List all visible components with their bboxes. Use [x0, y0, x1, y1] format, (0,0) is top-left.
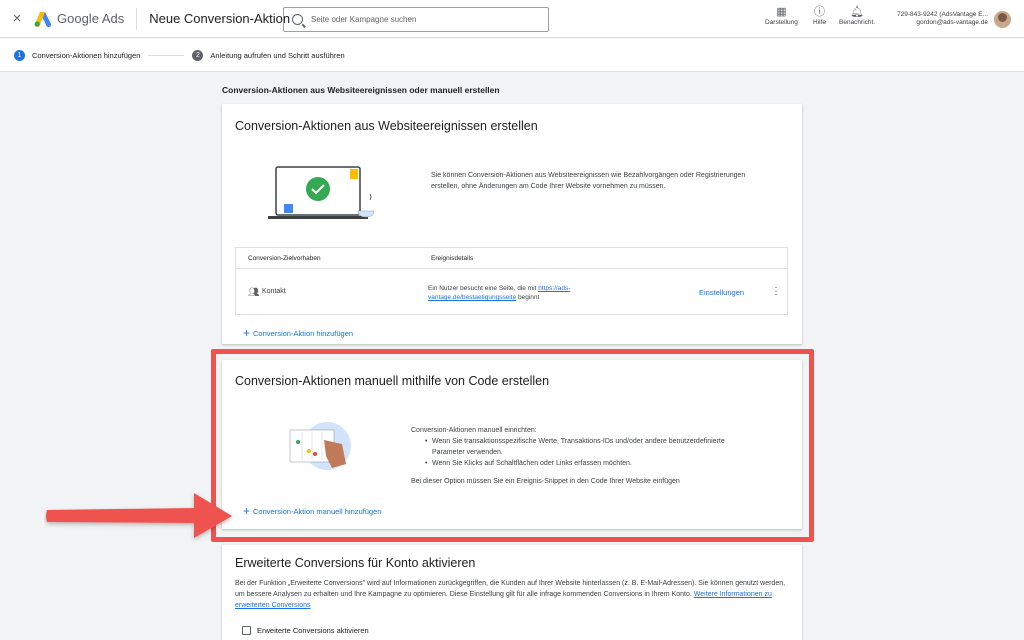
help-icon: ⓘ — [814, 6, 825, 18]
close-icon[interactable]: × — [2, 10, 32, 27]
google-ads-logo-icon — [34, 11, 52, 27]
monitor-illustration — [268, 166, 375, 219]
event-details-link-2[interactable]: vantage.de/bestaetigungsseite — [428, 294, 516, 301]
enhanced-conversions-checkbox[interactable] — [242, 626, 251, 635]
column-header-details: Ereignisdetails — [431, 254, 474, 262]
highlight-box — [211, 349, 814, 542]
website-card-description: Sie können Conversion-Aktionen aus Websi… — [431, 172, 746, 190]
table-row: 👥︎ Kontakt Ein Nutzer besucht eine Seite… — [236, 269, 787, 315]
appearance-label: Darstellung — [765, 19, 798, 26]
enhanced-conversions-checkbox-row[interactable]: Erweiterte Conversions aktivieren — [242, 626, 369, 635]
search-input[interactable]: Seite oder Kampagne suchen — [283, 7, 549, 32]
step-2-number: 2 — [192, 49, 204, 61]
more-options-icon[interactable]: ⋮ — [771, 286, 781, 297]
account-id: 729-843-9242 (AdsVantage E... — [897, 11, 988, 18]
step-1-number: 1 — [14, 49, 25, 61]
account-email: gordon@ads-vantage.de — [916, 19, 988, 26]
help-button[interactable]: ⓘ Hilfe — [813, 5, 826, 26]
enhanced-checkbox-label: Erweiterte Conversions aktivieren — [257, 626, 369, 635]
top-app-bar: × Google Ads Neue Conversion-Aktion Seit… — [0, 0, 1024, 38]
event-details-text: Ein Nutzer besucht eine Seite, die mit — [428, 285, 539, 292]
appearance-button[interactable]: ▦ Darstellung — [765, 5, 798, 26]
plus-icon: + — [243, 326, 251, 340]
page-title: Neue Conversion-Aktion — [149, 11, 291, 26]
column-header-goal: Conversion-Zielvorhaben — [248, 254, 321, 262]
step-connector — [148, 54, 185, 56]
add-conversion-action-label: Conversion-Aktion hinzufügen — [253, 328, 354, 338]
event-details-suffix: beginnt — [516, 294, 540, 301]
enhanced-conversions-card: Erweiterte Conversions für Konto aktivie… — [222, 545, 802, 640]
google-ads-logo: Google Ads — [34, 11, 124, 27]
enhanced-card-description: Bei der Funktion „Erweiterte Conversions… — [235, 578, 795, 611]
step-2-label[interactable]: Anleitung aufrufen und Schritt ausführen — [210, 51, 344, 60]
people-icon: 👥︎ — [248, 287, 260, 297]
event-details: Ein Nutzer besucht eine Seite, die mit h… — [428, 284, 598, 302]
step-1-label[interactable]: Conversion-Aktionen hinzufügen — [32, 51, 140, 60]
notifications-label: Benachricht. — [839, 19, 876, 26]
stepper: 1 Conversion-Aktionen hinzufügen 2 Anlei… — [0, 39, 1024, 72]
event-details-link-1[interactable]: https://ads- — [538, 285, 570, 292]
logo-text: Google Ads — [57, 11, 125, 26]
website-events-card: Conversion-Aktionen aus Websiteereigniss… — [222, 104, 802, 344]
account-info[interactable]: 729-843-9242 (AdsVantage E... gordon@ads… — [897, 11, 988, 27]
enhanced-card-title: Erweiterte Conversions für Konto aktivie… — [235, 556, 476, 570]
website-card-title: Conversion-Aktionen aus Websiteereigniss… — [235, 119, 538, 133]
notifications-button[interactable]: 🔔︎ Benachricht. — [839, 5, 875, 26]
search-icon — [292, 14, 303, 25]
settings-link[interactable]: Einstellungen — [699, 288, 744, 297]
annotation-arrow — [46, 493, 232, 538]
section-header: Conversion-Aktionen aus Websiteereigniss… — [222, 85, 500, 95]
goal-name: Kontakt — [262, 288, 286, 295]
bell-icon: 🔔︎ — [850, 6, 865, 18]
goals-table: Conversion-Zielvorhaben Ereignisdetails … — [235, 247, 788, 315]
divider — [136, 7, 138, 30]
table-header: Conversion-Zielvorhaben Ereignisdetails — [236, 248, 787, 269]
help-label: Hilfe — [813, 19, 827, 26]
add-conversion-action-button[interactable]: + Conversion-Aktion hinzufügen — [243, 326, 354, 340]
search-placeholder: Seite oder Kampagne suchen — [311, 15, 417, 24]
avatar[interactable] — [994, 11, 1011, 28]
appearance-icon: ▦ — [776, 6, 787, 18]
